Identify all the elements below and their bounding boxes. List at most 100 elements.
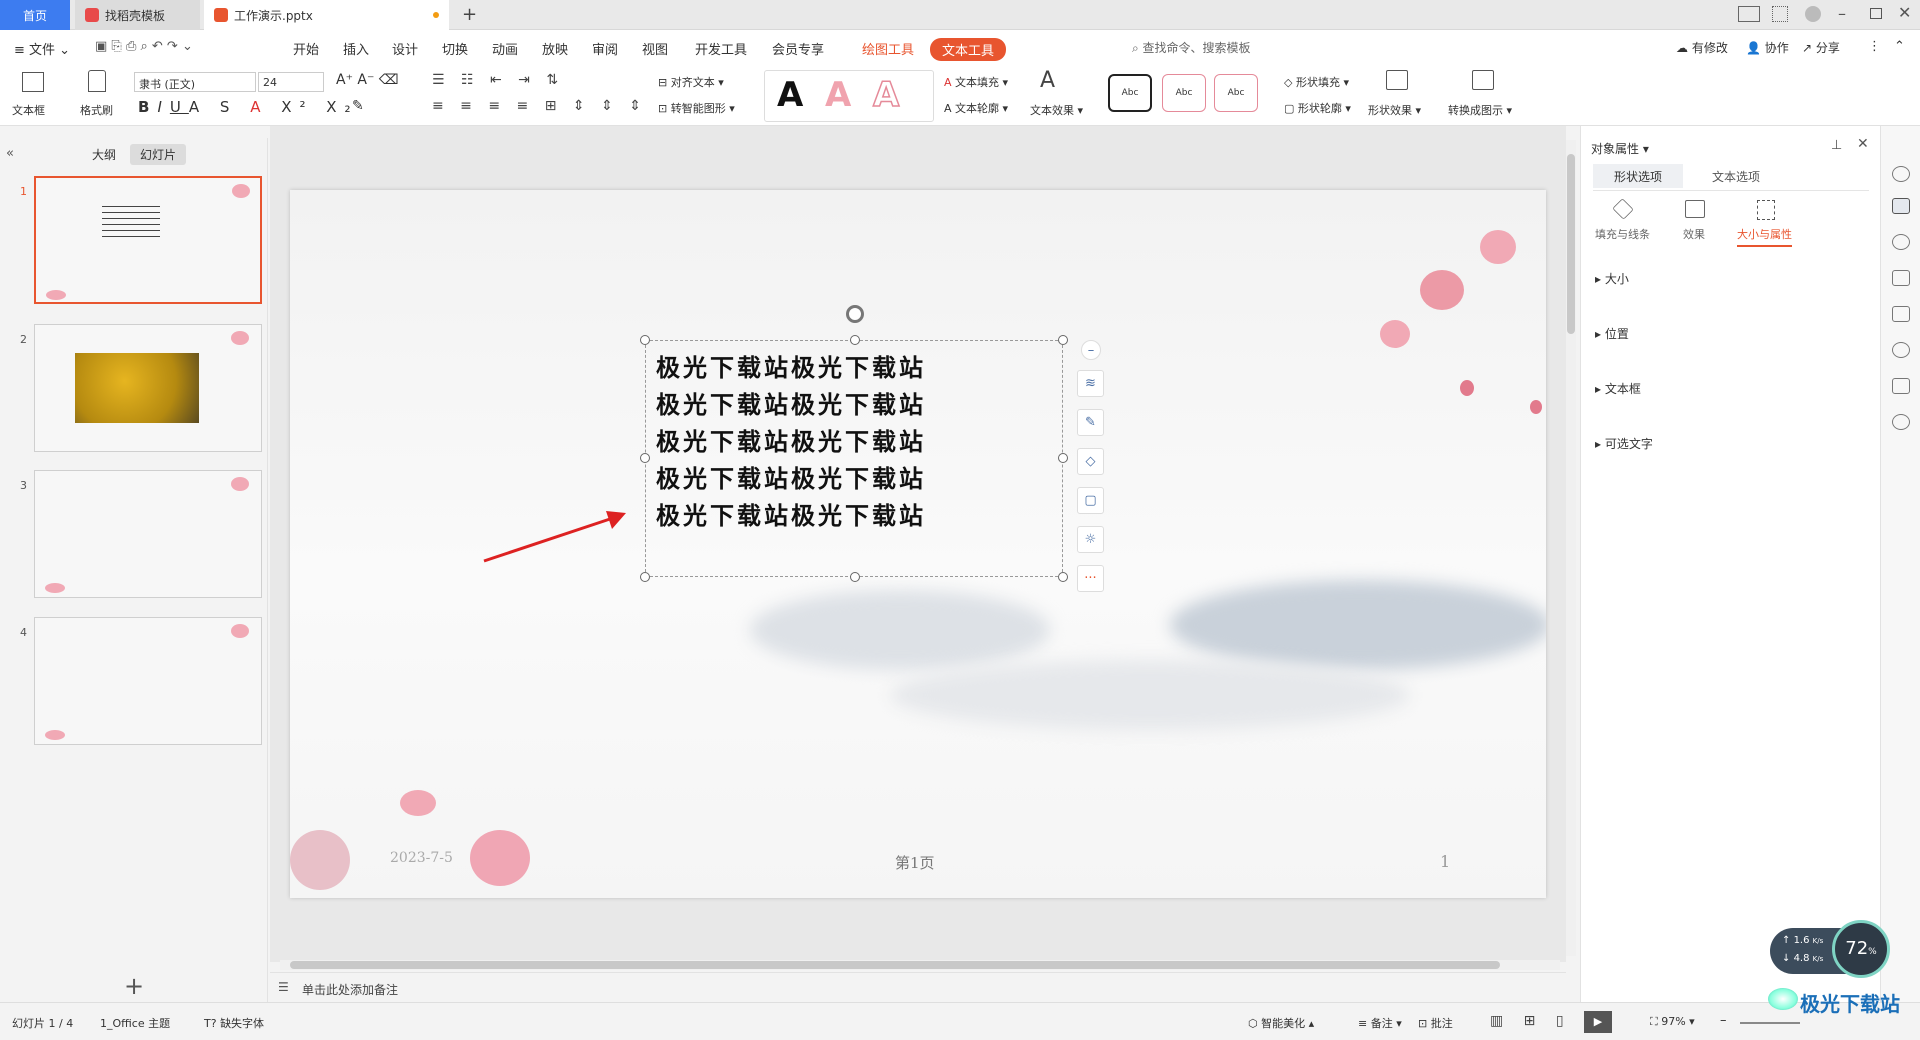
more-menu-icon[interactable]: ⋮ — [1868, 39, 1881, 54]
list-buttons[interactable]: ☰ ☷ ⇤ ⇥ ⇅ — [432, 72, 564, 88]
shape-style-2[interactable]: Abc — [1162, 74, 1206, 112]
smart-shape-button[interactable]: ⊡ 转智能图形 ▾ — [658, 100, 735, 116]
slide-thumbnail-4[interactable] — [34, 617, 262, 745]
text-line[interactable]: 极光下载站极光下载站 — [656, 460, 926, 497]
resize-handle[interactable] — [640, 572, 650, 582]
resize-handle[interactable] — [1058, 572, 1068, 582]
shape-fill-button[interactable]: ◇ 形状填充 ▾ — [1284, 74, 1349, 90]
avatar[interactable] — [1805, 6, 1821, 22]
section-textbox[interactable]: ▸ 文本框 — [1595, 380, 1641, 397]
text-outline-button[interactable]: A 文本轮廓 ▾ — [944, 100, 1008, 116]
menu-item-transition[interactable]: 切换 — [442, 39, 468, 58]
text-line[interactable]: 极光下载站极光下载站 — [656, 497, 926, 534]
copy-icon[interactable] — [1892, 270, 1910, 286]
resize-handle[interactable] — [1058, 335, 1068, 345]
slide-thumbnail-1[interactable] — [34, 176, 262, 304]
tab-home[interactable]: 首页 — [0, 0, 70, 30]
horizontal-scroll-thumb[interactable] — [290, 961, 1500, 969]
cpu-gauge[interactable]: 72% — [1832, 920, 1890, 978]
shape-effect-button[interactable]: 形状效果 ▾ — [1368, 102, 1421, 118]
resize-handle[interactable] — [640, 453, 650, 463]
play-button[interactable]: ▶ — [1584, 1011, 1612, 1033]
comment-toggle[interactable]: ⊡ 批注 — [1418, 1015, 1453, 1031]
subtab-size-properties[interactable]: 大小与属性 — [1737, 226, 1792, 247]
zoom-slider[interactable] — [1740, 1022, 1800, 1024]
file-menu[interactable]: ≡ 文件 ⌄ — [14, 39, 70, 58]
font-size-select[interactable]: 24 — [258, 72, 324, 92]
align-text-button[interactable]: ⊟ 对齐文本 ▾ — [658, 74, 724, 90]
theme-name[interactable]: 1_Office 主题 — [100, 1015, 170, 1031]
tab-text-options[interactable]: 文本选项 — [1691, 164, 1781, 190]
panel-title[interactable]: 对象属性 ▾ — [1591, 140, 1649, 157]
shape-style-3[interactable]: Abc — [1214, 74, 1258, 112]
menu-item-drawing-tools[interactable]: 绘图工具 — [862, 39, 914, 58]
view-mode-buttons[interactable]: ▥ ⊞ ▯ — [1490, 1013, 1572, 1029]
menu-item-review[interactable]: 审阅 — [592, 39, 618, 58]
collapse-ribbon-icon[interactable]: ⌃ — [1894, 39, 1905, 54]
idea-icon[interactable]: ☼ — [1077, 526, 1104, 553]
text-line[interactable]: 极光下载站极光下载站 — [656, 423, 926, 460]
menu-item-member[interactable]: 会员专享 — [772, 39, 824, 58]
tab-file[interactable]: 工作演示.pptx — [204, 0, 449, 30]
notes-toggle[interactable]: ≡ 备注 ▾ — [1358, 1015, 1402, 1031]
new-tab-button[interactable]: + — [462, 4, 477, 25]
highlight-icon[interactable]: ✎ — [352, 98, 364, 114]
selected-textbox[interactable]: 极光下载站极光下载站 极光下载站极光下载站 极光下载站极光下载站 极光下载站极光… — [640, 305, 1068, 582]
text-fill-button[interactable]: A 文本填充 ▾ — [944, 74, 1008, 90]
textbox-button[interactable]: 文本框 — [12, 102, 45, 118]
zoom-out-button[interactable]: – — [1720, 1013, 1727, 1028]
font-size-adjust-icons[interactable]: A⁺ A⁻ ⌫ — [336, 72, 399, 88]
font-style-buttons[interactable]: BIUA S A X² X₂ — [138, 98, 359, 116]
resize-handle[interactable] — [850, 572, 860, 582]
close-window-button[interactable]: ✕ — [1898, 3, 1911, 22]
frame-icon[interactable]: ▢ — [1077, 487, 1104, 514]
rocket-icon[interactable] — [1892, 166, 1910, 182]
collab-button[interactable]: 👤 协作 — [1746, 39, 1789, 56]
notes-placeholder[interactable]: 单击此处添加备注 — [302, 981, 398, 998]
animation-icon[interactable] — [1892, 234, 1910, 250]
text-style-outline[interactable]: A — [872, 74, 900, 116]
pen-icon[interactable]: ✎ — [1077, 409, 1104, 436]
close-panel-icon[interactable]: ✕ — [1857, 136, 1869, 152]
quick-toolbar-icons[interactable]: ▣ ⎘ ⎙ ⌕ ↶ ↷ ⌄ — [95, 39, 193, 54]
format-painter-button[interactable]: 格式刷 — [80, 102, 113, 118]
menu-item-start[interactable]: 开始 — [293, 39, 319, 58]
collapse-panel-icon[interactable]: « — [6, 146, 14, 161]
collapse-float-icon[interactable]: – — [1081, 340, 1101, 360]
text-line[interactable]: 极光下载站极光下载站 — [656, 349, 926, 386]
minimize-button[interactable]: – — [1838, 4, 1846, 23]
search-box[interactable]: ⌕ 查找命令、搜索模板 — [1132, 39, 1251, 56]
shape-outline-button[interactable]: ▢ 形状轮廓 ▾ — [1284, 100, 1351, 116]
menu-item-slideshow[interactable]: 放映 — [542, 39, 568, 58]
resize-handle[interactable] — [1058, 453, 1068, 463]
book-icon[interactable] — [1892, 378, 1910, 394]
vertical-scrollbar[interactable] — [1566, 140, 1576, 956]
rotate-handle[interactable] — [846, 305, 864, 323]
more-options-icon[interactable]: ··· — [1077, 565, 1104, 592]
menu-item-devtools[interactable]: 开发工具 — [695, 39, 747, 58]
text-effect-button[interactable]: 文本效果 ▾ — [1030, 102, 1083, 118]
tab-shape-options[interactable]: 形状选项 — [1593, 164, 1683, 190]
section-size[interactable]: ▸ 大小 — [1595, 270, 1629, 287]
modified-button[interactable]: ☁ 有修改 — [1676, 39, 1728, 56]
layout-icon[interactable] — [1738, 6, 1760, 22]
pin-icon[interactable]: ⊥ — [1831, 138, 1842, 153]
horizontal-scrollbar[interactable] — [280, 960, 1560, 970]
menu-item-insert[interactable]: 插入 — [343, 39, 369, 58]
notes-bar[interactable]: ☰ 单击此处添加备注 — [270, 972, 1566, 1002]
zoom-fit-button[interactable]: ⛶ 97% ▾ — [1650, 1015, 1695, 1029]
maximize-button[interactable] — [1870, 8, 1882, 19]
slide-page-label[interactable]: 第1页 — [895, 852, 935, 873]
section-position[interactable]: ▸ 位置 — [1595, 325, 1629, 342]
slide-thumbnail-2[interactable] — [34, 324, 262, 452]
menu-item-animation[interactable]: 动画 — [492, 39, 518, 58]
shape-style-1[interactable]: Abc — [1108, 74, 1152, 112]
menu-item-text-tools[interactable]: 文本工具 — [930, 38, 1007, 61]
fill-icon[interactable]: ◇ — [1077, 448, 1104, 475]
convert-diagram-button[interactable]: 转换成图示 ▾ — [1448, 102, 1512, 118]
tab-template[interactable]: 找稻壳模板 — [75, 0, 200, 30]
properties-icon[interactable] — [1892, 198, 1910, 214]
add-slide-button[interactable]: + — [124, 972, 144, 1000]
menu-item-design[interactable]: 设计 — [392, 39, 418, 58]
textbox-content[interactable]: 极光下载站极光下载站 极光下载站极光下载站 极光下载站极光下载站 极光下载站极光… — [656, 349, 926, 534]
